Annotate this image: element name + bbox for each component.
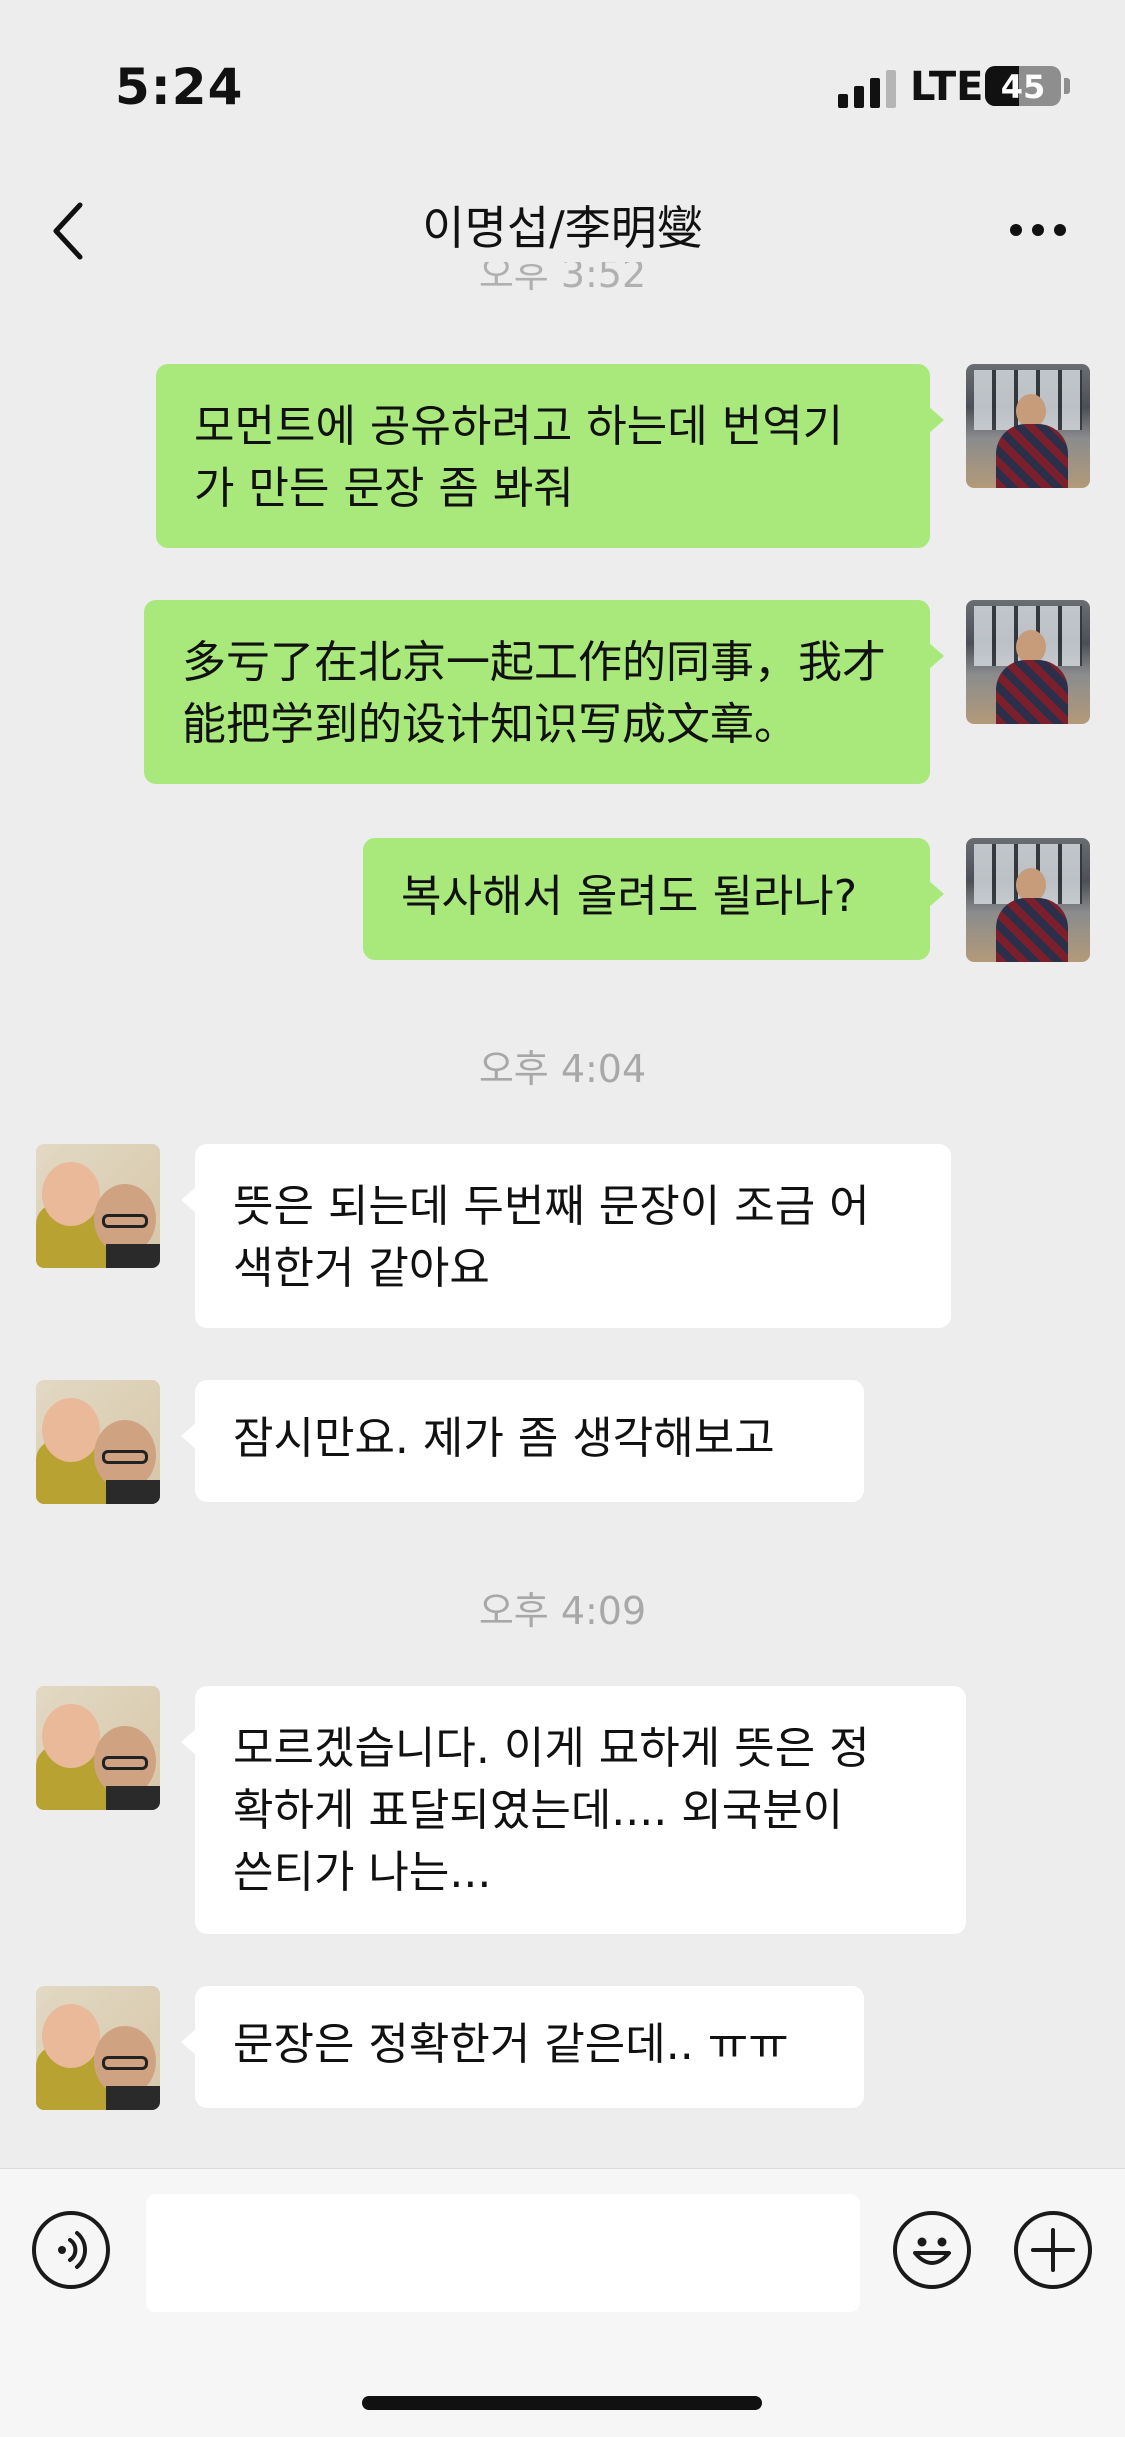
avatar-contact[interactable] [36, 1380, 160, 1504]
more-dot [1054, 224, 1066, 236]
battery-icon: 45 [985, 66, 1061, 106]
network-type: LTE [910, 64, 984, 110]
signal-icon [838, 70, 896, 108]
avatar-contact[interactable] [36, 1986, 160, 2110]
message-bubble-self[interactable]: 모먼트에 공유하려고 하는데 번역기 가 만든 문장 좀 봐줘 [156, 364, 944, 548]
battery-level: 45 [1000, 68, 1046, 106]
message-bubble-contact[interactable]: 문장은 정확한거 같은데.. ㅠㅠ [181, 1986, 864, 2108]
message-bubble-self[interactable]: 多亏了在北京一起工作的同事，我才 能把学到的设计知识写成文章。 [144, 600, 944, 784]
home-indicator[interactable] [362, 2396, 762, 2410]
timestamp: 오후 4:04 [478, 1047, 647, 1091]
emoji-button[interactable] [893, 2211, 971, 2289]
status-bar: 5:24 LTE 45 [0, 0, 1125, 170]
battery-tip [1064, 78, 1070, 94]
timestamp: 오후 4:09 [478, 1589, 647, 1633]
more-button[interactable] [1010, 210, 1074, 250]
more-actions-button[interactable] [1014, 2211, 1092, 2289]
avatar-contact[interactable] [36, 1686, 160, 1810]
message-bubble-contact[interactable]: 잠시만요. 제가 좀 생각해보고 [181, 1380, 864, 1502]
more-horizontal-icon [1010, 224, 1022, 236]
emoji-icon [913, 2237, 951, 2265]
message-bubble-self[interactable]: 복사해서 올려도 될라나? [363, 838, 944, 960]
avatar-self[interactable] [966, 364, 1090, 488]
timestamp-clipped: 오후 3:52 [478, 262, 647, 292]
avatar-self[interactable] [966, 600, 1090, 724]
avatar-contact[interactable] [36, 1144, 160, 1268]
message-input[interactable] [146, 2194, 860, 2312]
message-bubble-contact[interactable]: 모르겠습니다. 이게 묘하게 뜻은 정 확하게 표달되였는데.... 외국분이 쓴티… [181, 1686, 966, 1934]
voice-icon [58, 2231, 88, 2269]
status-time: 5:24 [115, 58, 244, 116]
more-dot [1032, 224, 1044, 236]
voice-button[interactable] [32, 2211, 110, 2289]
avatar-self[interactable] [966, 838, 1090, 962]
plus-icon [1031, 2228, 1075, 2272]
message-bubble-contact[interactable]: 뜻은 되는데 두번째 문장이 조금 어 색한거 같아요 [181, 1144, 951, 1328]
